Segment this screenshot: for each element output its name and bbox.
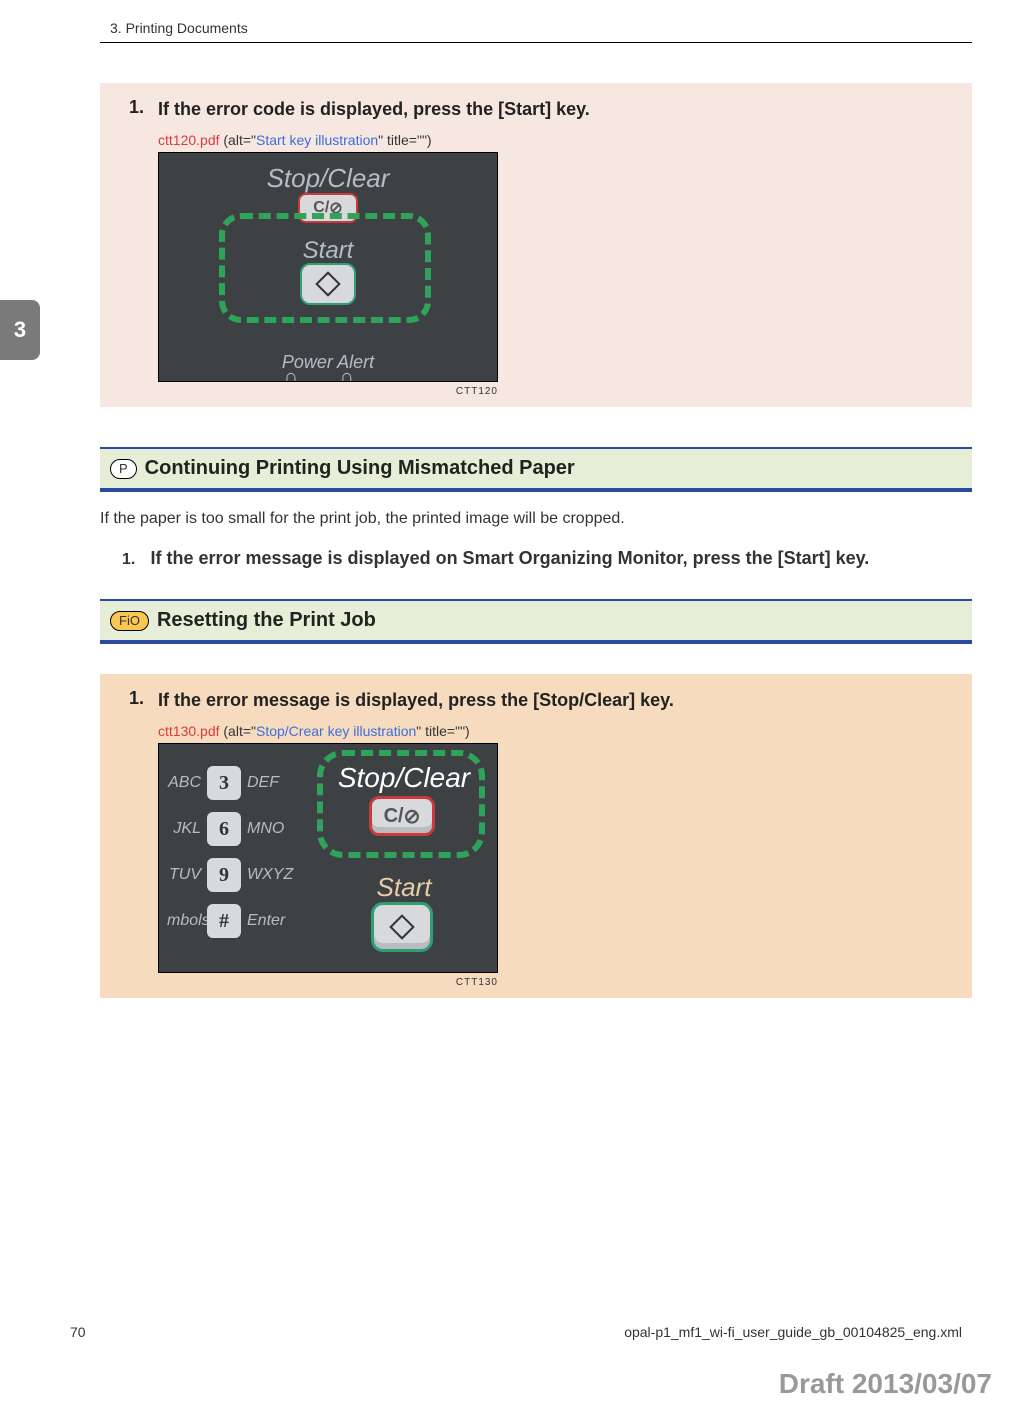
- step-number: 1.: [120, 97, 144, 397]
- image-metadata: ctt130.pdf (alt="Stop/Crear key illustra…: [158, 723, 952, 739]
- ordered-step: 1. If the error message is displayed on …: [122, 548, 972, 569]
- section-heading-bar: P Continuing Printing Using Mismatched P…: [100, 447, 972, 492]
- start-button-graphic: [371, 902, 433, 952]
- fio-badge: FiO: [110, 611, 149, 631]
- p-badge: P: [110, 459, 137, 479]
- step-instruction: If the error code is displayed, press th…: [158, 97, 952, 122]
- keypad-column: ABC3DEF JKL6MNO TUV9WXYZ mbols#Enter: [167, 766, 289, 938]
- header-divider: [100, 42, 972, 43]
- page-number: 70: [70, 1324, 86, 1340]
- image-alt-text: Start key illustration: [256, 132, 378, 148]
- image-filename: ctt120.pdf: [158, 132, 220, 148]
- figure-caption: CTT130: [158, 977, 498, 988]
- indicator-arcs: ∩ ∩: [159, 366, 497, 382]
- figure-caption: CTT120: [158, 386, 498, 397]
- start-label: Start: [319, 872, 489, 903]
- start-label: Start: [159, 237, 497, 265]
- step-block-1: 1. If the error code is displayed, press…: [100, 83, 972, 407]
- step-instruction: If the error message is displayed, press…: [158, 688, 952, 713]
- stop-clear-label: Stop/Clear: [159, 163, 497, 194]
- step-block-2: 1. If the error message is displayed, pr…: [100, 674, 972, 998]
- key-6: 6: [207, 812, 241, 846]
- step-number: 1.: [120, 688, 144, 988]
- image-metadata: ctt120.pdf (alt="Start key illustration"…: [158, 132, 952, 148]
- section-title: Continuing Printing Using Mismatched Pap…: [145, 457, 575, 480]
- chapter-tab: 3: [0, 300, 40, 360]
- section-continuing-printing: P Continuing Printing Using Mismatched P…: [100, 447, 972, 569]
- diamond-icon: [389, 915, 414, 940]
- page-footer: 70 opal-p1_mf1_wi-fi_user_guide_gb_00104…: [70, 1324, 962, 1340]
- start-key-illustration: Stop/Clear C/⊘ Start Power Alert ∩ ∩: [158, 152, 498, 382]
- source-filename: opal-p1_mf1_wi-fi_user_guide_gb_00104825…: [624, 1324, 962, 1340]
- start-button-graphic: [300, 263, 356, 305]
- section-title: Resetting the Print Job: [157, 609, 376, 632]
- key-hash: #: [207, 904, 241, 938]
- draft-watermark: Draft 2013/03/07: [779, 1368, 992, 1400]
- diamond-icon: [315, 271, 340, 296]
- section-resetting-print-job: FiO Resetting the Print Job: [100, 599, 972, 644]
- chapter-header: 3. Printing Documents: [110, 20, 972, 36]
- key-3: 3: [207, 766, 241, 800]
- image-alt-text: Stop/Crear key illustration: [256, 723, 416, 739]
- stop-clear-key-illustration: ABC3DEF JKL6MNO TUV9WXYZ mbols#Enter Sto…: [158, 743, 498, 973]
- key-9: 9: [207, 858, 241, 892]
- stop-clear-label: Stop/Clear: [319, 762, 489, 794]
- stop-clear-button-graphic: C/⊘: [369, 796, 435, 836]
- section-heading-bar: FiO Resetting the Print Job: [100, 599, 972, 644]
- image-filename: ctt130.pdf: [158, 723, 220, 739]
- section-body-text: If the paper is too small for the print …: [100, 510, 972, 528]
- step-instruction: If the error message is displayed on Sma…: [150, 548, 869, 568]
- step-number: 1.: [122, 551, 146, 569]
